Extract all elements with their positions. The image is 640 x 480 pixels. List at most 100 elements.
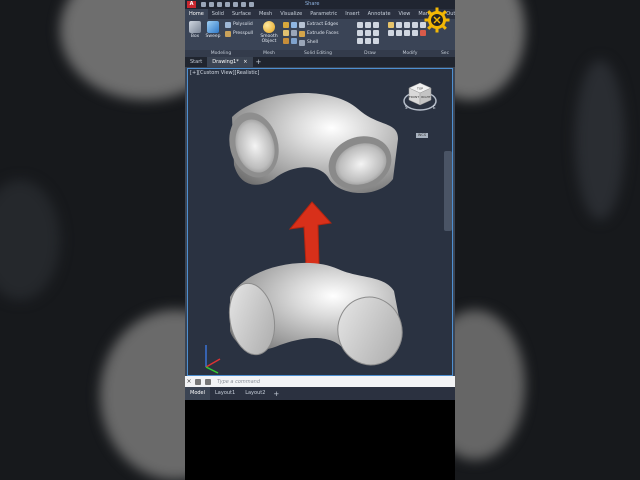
polysolid-button[interactable]: Polysolid [225, 21, 253, 28]
blurred-background-left [0, 0, 185, 480]
trim-icon[interactable] [404, 22, 410, 28]
fillet-icon[interactable] [388, 30, 394, 36]
tab-annotate[interactable]: Annotate [364, 9, 395, 19]
new-icon[interactable] [201, 2, 206, 7]
draw-group-label[interactable]: Draw [355, 50, 385, 57]
black-letterbox [185, 400, 455, 480]
app-logo-icon[interactable]: A [187, 1, 196, 8]
extract-edges-label: Extract Edges [307, 22, 339, 27]
extrude-faces-label: Extrude Faces [307, 31, 339, 36]
redo-icon[interactable] [249, 2, 254, 7]
wcs-menu[interactable]: WCS [416, 133, 428, 138]
save-as-icon[interactable] [225, 2, 230, 7]
close-icon[interactable]: × [243, 59, 247, 65]
tab-parametric[interactable]: Parametric [306, 9, 341, 19]
hatch-icon[interactable] [373, 38, 379, 44]
tab-start[interactable]: Start [185, 57, 207, 67]
tab-layout2[interactable]: Layout2 [240, 387, 270, 400]
intersect-icon[interactable] [283, 30, 289, 36]
sweep-label: Sweep [205, 34, 221, 39]
tab-drawing1[interactable]: Drawing1* × [207, 57, 253, 67]
tab-home[interactable]: Home [185, 9, 208, 19]
smooth-object-button[interactable]: Smooth Object [259, 21, 279, 44]
modify-icons [388, 22, 426, 36]
tab-mesh[interactable]: Mesh [255, 9, 276, 19]
modify-group-label[interactable]: Modify [385, 50, 435, 57]
polysolid-label: Polysolid [233, 22, 253, 27]
mesh-group-label[interactable]: Mesh [257, 50, 281, 57]
extract-edges-button[interactable]: Extract Edges [299, 21, 338, 28]
gear-logo-icon [424, 7, 450, 33]
tab-visualize[interactable]: Visualize [276, 9, 306, 19]
compass-e-label: E [433, 105, 436, 110]
plus-icon[interactable]: + [270, 390, 282, 398]
draw-icons [357, 22, 379, 44]
share-button[interactable]: Share [305, 1, 319, 7]
box-label: Box [190, 34, 200, 39]
line-icon[interactable] [357, 22, 363, 28]
slice-icon[interactable] [283, 38, 289, 44]
solid-elbow-model [228, 262, 403, 366]
stretch-icon[interactable] [396, 30, 402, 36]
move-icon[interactable] [388, 22, 394, 28]
solid-editing-group: Extract Edges Extrude Faces Shell Solid … [281, 19, 355, 57]
copy-icon[interactable] [412, 22, 418, 28]
smooth-object-label: Smooth Object [260, 34, 278, 44]
arrow-up-icon [288, 201, 332, 266]
box-button[interactable]: Box [187, 21, 203, 39]
scale-icon[interactable] [404, 30, 410, 36]
ellipse-icon[interactable] [357, 38, 363, 44]
thicken-icon[interactable] [291, 38, 297, 44]
ribbon-tabs: Home Solid Surface Mesh Visualize Parame… [185, 9, 455, 19]
section-group-label[interactable]: Sec [435, 50, 455, 57]
solid-editing-group-label[interactable]: Solid Editing [281, 50, 355, 57]
presspull-button[interactable]: Presspull [225, 30, 253, 37]
viewcube-icon[interactable]: TOP FRONT RIGHT S E [402, 79, 438, 115]
extract-edges-icon [299, 21, 305, 28]
shell-icon [299, 39, 305, 46]
print-icon[interactable] [233, 2, 238, 7]
circle-icon[interactable] [357, 30, 363, 36]
quick-access-toolbar [201, 1, 254, 8]
union-icon[interactable] [283, 22, 289, 28]
array-icon[interactable] [412, 30, 418, 36]
recent-commands-icon[interactable] [205, 378, 211, 385]
modeling-group-label[interactable]: Modeling [185, 50, 257, 57]
command-input[interactable]: Type a command [217, 379, 260, 385]
title-bar: A Share [185, 0, 455, 9]
cube-top-label: TOP [416, 87, 423, 91]
mesh-group: Smooth Object Mesh [257, 19, 281, 57]
cube-front-label: FRONT [409, 95, 419, 99]
new-tab-plus-icon[interactable]: + [253, 58, 265, 66]
draw-group: Draw [355, 19, 385, 57]
spline-icon[interactable] [365, 38, 371, 44]
tab-solid[interactable]: Solid [208, 9, 228, 19]
tab-view[interactable]: View [395, 9, 415, 19]
undo-icon[interactable] [241, 2, 246, 7]
rotate-icon[interactable] [396, 22, 402, 28]
save-icon[interactable] [217, 2, 222, 7]
tab-surface[interactable]: Surface [228, 9, 255, 19]
subtract-icon[interactable] [291, 22, 297, 28]
tab-insert[interactable]: Insert [341, 9, 363, 19]
extrude-faces-button[interactable]: Extrude Faces [299, 30, 339, 37]
autocad-window: A Share Home Solid Surface Mesh Visualiz… [185, 0, 455, 400]
open-icon[interactable] [209, 2, 214, 7]
shell-button[interactable]: Shell [299, 39, 318, 46]
document-tabs: Start Drawing1* × + [185, 57, 455, 67]
sweep-icon [207, 21, 219, 33]
presspull-icon [225, 30, 231, 37]
polygon-icon[interactable] [373, 30, 379, 36]
command-options-icon[interactable] [195, 378, 201, 385]
rectangle-icon[interactable] [365, 30, 371, 36]
sweep-button[interactable]: Sweep [205, 21, 221, 39]
drawing-viewport[interactable]: [+][Custom View][Realistic] TOP FRONT RI… [187, 68, 453, 376]
navigation-bar[interactable] [444, 151, 452, 231]
close-icon[interactable]: × [185, 378, 193, 385]
polysolid-icon [225, 21, 231, 28]
interfere-icon[interactable] [291, 30, 297, 36]
tab-layout1[interactable]: Layout1 [210, 387, 240, 400]
arc-icon[interactable] [373, 22, 379, 28]
tab-model[interactable]: Model [185, 387, 211, 400]
polyline-icon[interactable] [365, 22, 371, 28]
